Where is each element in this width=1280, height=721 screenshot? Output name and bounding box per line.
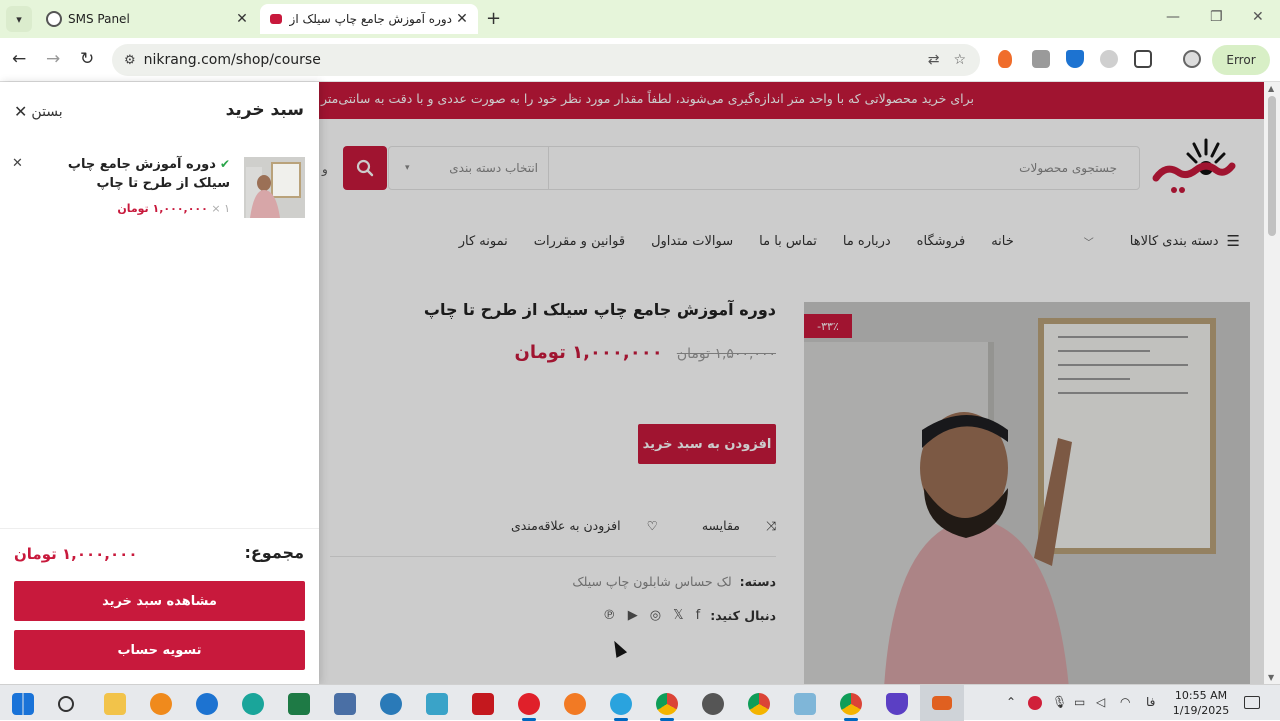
checkout-button[interactable]: تسویه حساب	[14, 630, 305, 670]
scroll-up-icon[interactable]: ▲	[1268, 84, 1274, 93]
forward-icon[interactable]: →	[46, 49, 60, 69]
minimize-icon[interactable]: —	[1166, 9, 1180, 25]
v-app-icon[interactable]	[380, 693, 402, 715]
remove-item-icon[interactable]: ✕	[12, 156, 23, 171]
chevron-up-icon[interactable]: ⌃	[1006, 695, 1016, 709]
cart-item-name[interactable]: ✔دوره آموزش جامع چاپ سیلک از طرح تا چاپ	[34, 155, 230, 193]
puzzle-icon[interactable]	[1134, 50, 1152, 68]
tab-sms-panel[interactable]: SMS Panel ✕	[36, 4, 258, 34]
fire-extension-icon[interactable]	[998, 50, 1012, 68]
cart-item-price: ۱,۰۰۰,۰۰۰ تومان	[117, 202, 208, 215]
cart-item: ✔دوره آموزش جامع چاپ سیلک از طرح تا چاپ …	[0, 152, 319, 222]
restore-icon[interactable]: ❐	[1210, 9, 1223, 25]
address-bar[interactable]: ⚙ nikrang.com/shop/course ⇄ ☆	[112, 44, 980, 76]
filezilla-icon[interactable]	[472, 693, 494, 715]
close-cart-label: بستن	[31, 103, 63, 120]
shield-extension-icon[interactable]	[1066, 50, 1084, 68]
teal-app-icon[interactable]	[242, 693, 264, 715]
record-icon[interactable]	[1028, 696, 1042, 710]
notepad-icon[interactable]	[794, 693, 816, 715]
cart-title: سبد خرید	[225, 100, 304, 120]
translate-icon[interactable]: ⇄	[928, 52, 940, 68]
close-icon[interactable]: ✕	[232, 11, 252, 27]
site-logo-icon	[270, 14, 282, 24]
cart-total-label: مجموع:	[244, 543, 304, 562]
view-cart-button[interactable]: مشاهده سبد خرید	[14, 581, 305, 621]
excel-icon[interactable]	[288, 693, 310, 715]
chrome-profile-icon[interactable]	[840, 693, 862, 715]
close-icon[interactable]: ✕	[452, 11, 472, 27]
cart-item-qty: ۱ ×	[211, 202, 230, 215]
clock-time: 10:55 AM	[1174, 689, 1228, 702]
clock-date: 1/19/2025	[1172, 704, 1230, 717]
close-window-icon[interactable]: ✕	[1252, 9, 1264, 25]
cart-footer: مجموع: ۱,۰۰۰,۰۰۰ تومان مشاهده سبد خرید ت…	[0, 528, 319, 684]
volume-icon[interactable]: ◁	[1096, 695, 1105, 709]
star-icon[interactable]: ☆	[953, 52, 966, 68]
orange-app-icon[interactable]	[564, 693, 586, 715]
wifi-icon[interactable]: ◠	[1120, 695, 1130, 709]
profile-error-button[interactable]: Error	[1212, 45, 1270, 75]
notification-icon[interactable]	[1244, 696, 1260, 709]
camera-icon	[932, 696, 952, 710]
chevron-down-icon: ▾	[16, 12, 22, 26]
chrome-icon[interactable]	[748, 693, 770, 715]
page-scrollbar[interactable]: ▲ ▼	[1264, 82, 1280, 684]
tab-title: SMS Panel	[68, 12, 130, 26]
toolbar: ← → ↻ ⚙ nikrang.com/shop/course ⇄ ☆	[0, 38, 1280, 82]
windows-start-icon[interactable]	[12, 693, 34, 715]
cart-item-title: دوره آموزش جامع چاپ سیلک از طرح تا چاپ	[67, 157, 230, 191]
language-indicator[interactable]: فا	[1146, 695, 1155, 709]
plus-icon[interactable]: +	[486, 8, 501, 29]
x-app-icon[interactable]	[426, 693, 448, 715]
cart-item-thumbnail[interactable]	[244, 157, 305, 218]
tune-icon[interactable]: ⚙	[124, 53, 136, 68]
url-text[interactable]: nikrang.com/shop/course	[144, 52, 928, 68]
taskbar: ⌃ 🎙 ▭ ◁ ◠ فا 10:55 AM 1/19/2025	[0, 684, 1280, 721]
security-app-icon[interactable]	[196, 693, 218, 715]
tab-strip: ▾ SMS Panel ✕ دوره آموزش جامع چاپ سیلک ا…	[0, 0, 1280, 38]
microphone-icon[interactable]: 🎙	[1052, 695, 1067, 709]
scroll-down-icon[interactable]: ▼	[1268, 673, 1274, 682]
thumbnail-photo	[244, 157, 305, 218]
scroll-thumb[interactable]	[1268, 96, 1276, 236]
cart-total-value: ۱,۰۰۰,۰۰۰ تومان	[14, 545, 138, 563]
search-app-icon[interactable]	[150, 693, 172, 715]
opera-icon[interactable]	[518, 693, 540, 715]
vpn-extension-icon[interactable]	[1100, 50, 1118, 68]
check-circle-icon: ✔	[219, 157, 230, 171]
system-clock[interactable]: 10:55 AM 1/19/2025	[1168, 688, 1234, 718]
close-cart-button[interactable]: بستن ✕	[14, 102, 63, 121]
globe-icon	[46, 11, 62, 27]
file-explorer-icon[interactable]	[104, 693, 126, 715]
battery-icon[interactable]: ▭	[1074, 695, 1085, 709]
remote-desktop-icon[interactable]	[334, 693, 356, 715]
search-icon[interactable]	[58, 696, 74, 712]
tab-product-page[interactable]: دوره آموزش جامع چاپ سیلک از طرح تا چاپ ✕	[260, 4, 478, 34]
cart-header: سبد خرید بستن ✕	[0, 82, 319, 140]
telegram-icon[interactable]	[610, 693, 632, 715]
image-extension-icon[interactable]	[1032, 50, 1050, 68]
shield-app-icon[interactable]	[886, 693, 908, 715]
back-icon[interactable]: ←	[12, 49, 26, 69]
cart-item-quantity-price: ۱ × ۱,۰۰۰,۰۰۰ تومان	[117, 202, 230, 215]
profile-avatar-icon[interactable]	[1183, 50, 1201, 68]
settings-icon[interactable]	[702, 693, 724, 715]
tab-search-button[interactable]: ▾	[6, 6, 32, 32]
chrome-icon[interactable]	[656, 693, 678, 715]
cart-drawer: سبد خرید بستن ✕ ✔دوره آموزش جامع چاپ سیل…	[0, 82, 319, 684]
close-icon: ✕	[14, 102, 28, 121]
reload-icon[interactable]: ↻	[80, 49, 94, 69]
tab-title: دوره آموزش جامع چاپ سیلک از طرح تا چاپ	[288, 12, 452, 26]
